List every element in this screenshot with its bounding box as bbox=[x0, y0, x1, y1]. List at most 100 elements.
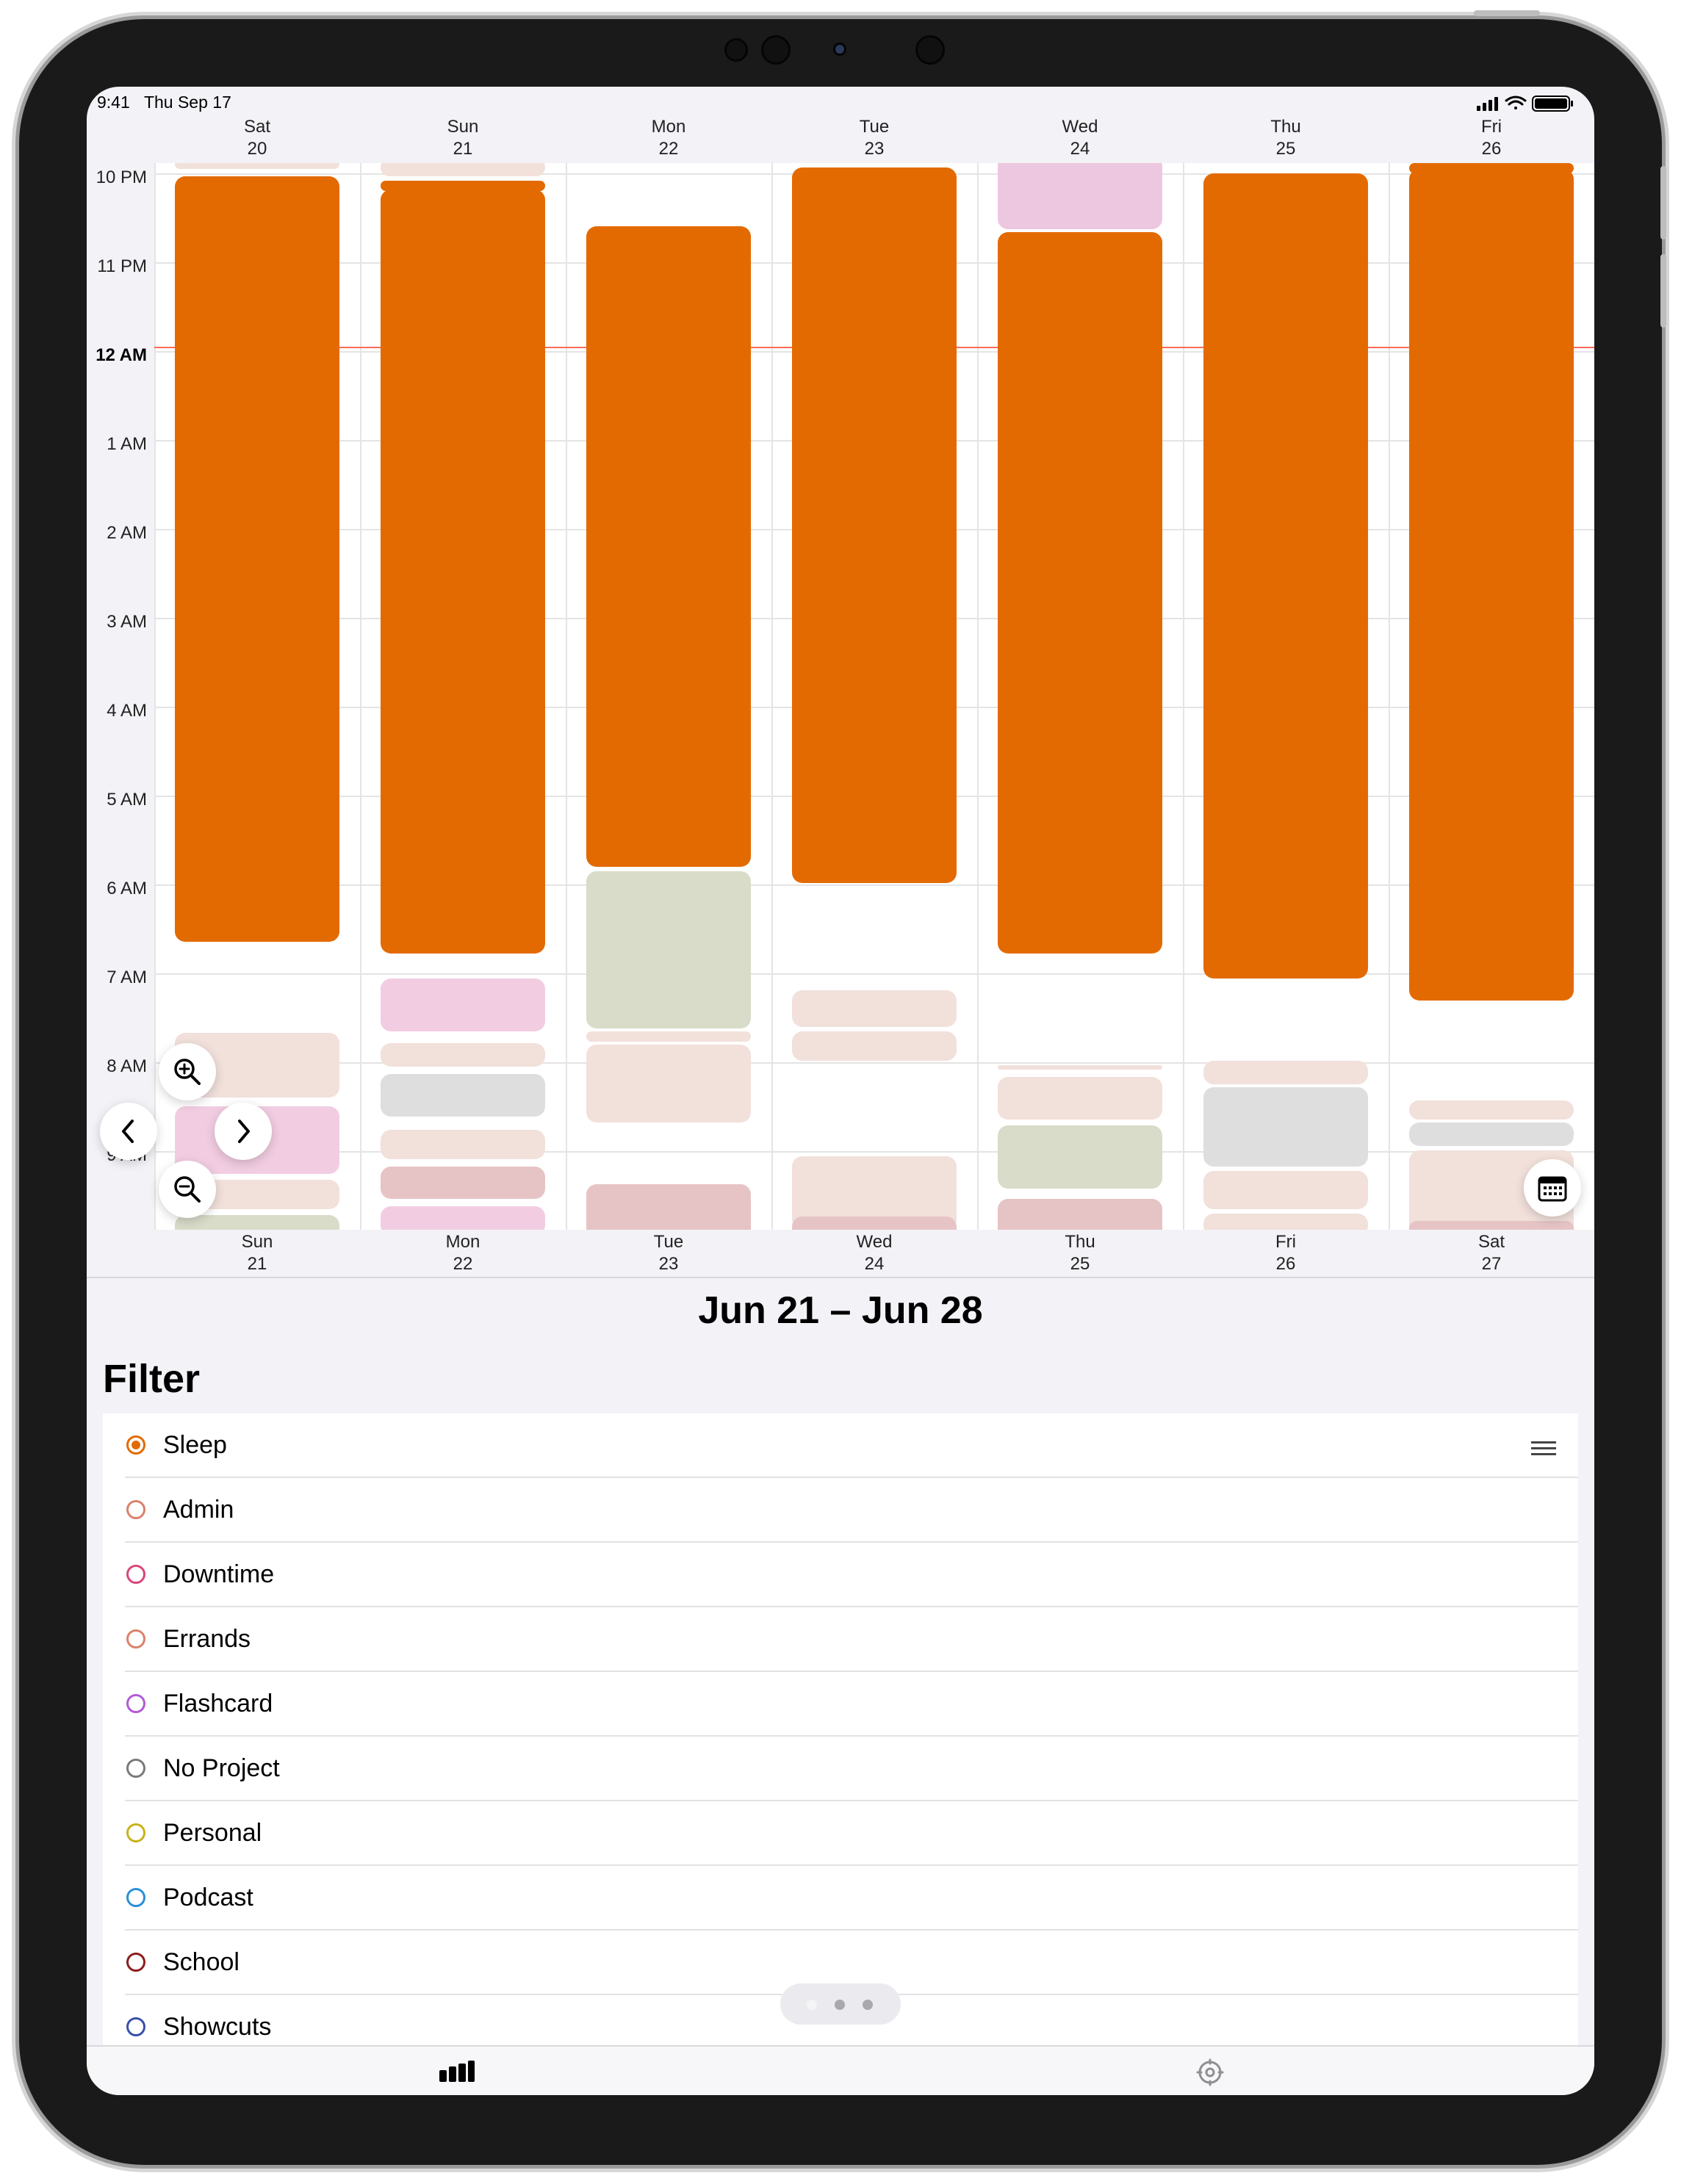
event-block[interactable] bbox=[1203, 1214, 1368, 1230]
filter-label: No Project bbox=[163, 1754, 280, 1782]
page-indicator[interactable] bbox=[780, 1983, 901, 2025]
sleep-event-block[interactable] bbox=[1203, 173, 1368, 979]
event-block[interactable] bbox=[1409, 1122, 1574, 1146]
day-name: Mon bbox=[445, 1232, 480, 1252]
filter-label: School bbox=[163, 1948, 240, 1976]
day-name: Mon bbox=[651, 117, 686, 137]
day-number: 23 bbox=[864, 139, 885, 159]
event-block[interactable] bbox=[381, 1206, 545, 1230]
filter-label: Flashcard bbox=[163, 1690, 273, 1718]
event-block[interactable] bbox=[998, 1199, 1162, 1230]
bottom-day-header: Fri 26 bbox=[1242, 1231, 1330, 1275]
event-block[interactable] bbox=[586, 1031, 751, 1042]
filter-row-no-project[interactable]: No Project bbox=[103, 1737, 1578, 1801]
event-block[interactable] bbox=[1203, 1171, 1368, 1209]
sleep-event-block[interactable] bbox=[998, 232, 1162, 954]
event-block[interactable] bbox=[792, 1031, 957, 1061]
event-block[interactable] bbox=[381, 1074, 545, 1117]
radio-icon[interactable] bbox=[126, 1953, 145, 1972]
radio-icon[interactable] bbox=[126, 1759, 145, 1778]
side-button bbox=[1660, 166, 1666, 239]
filter-label: Errands bbox=[163, 1625, 251, 1653]
event-block[interactable] bbox=[792, 990, 957, 1027]
filter-label: Personal bbox=[163, 1819, 262, 1847]
sleep-event-block[interactable] bbox=[1409, 169, 1574, 1001]
day-name: Thu bbox=[1270, 117, 1301, 137]
event-block[interactable] bbox=[586, 871, 751, 1028]
tab-settings[interactable] bbox=[1196, 2058, 1224, 2090]
day-gridline bbox=[771, 163, 773, 1230]
sensor bbox=[724, 38, 748, 62]
event-block[interactable] bbox=[381, 163, 545, 176]
zoom-out-icon bbox=[174, 1176, 201, 1203]
event-block[interactable] bbox=[175, 1215, 339, 1230]
event-block[interactable] bbox=[586, 1045, 751, 1122]
radio-icon[interactable] bbox=[126, 1888, 145, 1907]
filter-label: Showcuts bbox=[163, 2013, 272, 2041]
sleep-event-block[interactable] bbox=[175, 176, 339, 942]
radio-icon[interactable] bbox=[126, 1629, 145, 1648]
event-block[interactable] bbox=[998, 163, 1162, 229]
day-number: 26 bbox=[1481, 139, 1502, 159]
radio-icon[interactable] bbox=[126, 1500, 145, 1519]
sleep-event-block[interactable] bbox=[381, 190, 545, 954]
event-block[interactable] bbox=[1203, 1061, 1368, 1084]
event-block[interactable] bbox=[998, 1065, 1162, 1070]
event-block[interactable] bbox=[381, 979, 545, 1031]
radio-icon[interactable] bbox=[126, 2017, 145, 2036]
event-block[interactable] bbox=[586, 1184, 751, 1230]
tab-statistics[interactable] bbox=[439, 2060, 475, 2087]
calendar-button[interactable] bbox=[1524, 1159, 1581, 1217]
bottom-day-header: Sat 27 bbox=[1447, 1231, 1536, 1275]
event-block[interactable] bbox=[1409, 1221, 1574, 1230]
filter-row-personal[interactable]: Personal bbox=[103, 1801, 1578, 1866]
day-name: Tue bbox=[859, 117, 890, 137]
day-number: 25 bbox=[1275, 139, 1296, 159]
filter-row-podcast[interactable]: Podcast bbox=[103, 1866, 1578, 1931]
day-gridline bbox=[1389, 163, 1390, 1230]
day-number: 20 bbox=[247, 139, 267, 159]
day-gridline bbox=[360, 163, 361, 1230]
top-day-header: Thu 25 bbox=[1242, 116, 1330, 160]
filter-row-sleep[interactable]: Sleep bbox=[103, 1413, 1578, 1478]
filter-row-flashcard[interactable]: Flashcard bbox=[103, 1672, 1578, 1737]
day-name: Sat bbox=[243, 117, 271, 137]
zoom-in-button[interactable] bbox=[159, 1043, 216, 1100]
event-block[interactable] bbox=[381, 1043, 545, 1067]
day-gridline bbox=[977, 163, 979, 1230]
day-number: 26 bbox=[1275, 1254, 1296, 1274]
day-name: Thu bbox=[1065, 1232, 1095, 1252]
status-bar-time: 9:41 Thu Sep 17 bbox=[97, 93, 231, 112]
sleep-event-block[interactable] bbox=[792, 167, 957, 883]
event-block[interactable] bbox=[998, 1125, 1162, 1189]
radio-icon[interactable] bbox=[126, 1435, 145, 1455]
event-block[interactable] bbox=[998, 1077, 1162, 1120]
previous-week-button[interactable] bbox=[100, 1103, 157, 1160]
filter-list: Sleep Admin Downtime Errands Flashcard No Pro… bbox=[103, 1413, 1578, 2045]
event-block[interactable] bbox=[1203, 1087, 1368, 1167]
event-block[interactable] bbox=[175, 163, 339, 169]
filter-row-admin[interactable]: Admin bbox=[103, 1478, 1578, 1543]
day-number: 21 bbox=[453, 139, 473, 159]
reorder-handle-icon[interactable] bbox=[1531, 1441, 1556, 1459]
event-block[interactable] bbox=[381, 1130, 545, 1159]
event-block[interactable] bbox=[381, 1167, 545, 1199]
sleep-event-block[interactable] bbox=[586, 226, 751, 867]
radio-icon[interactable] bbox=[126, 1565, 145, 1584]
next-week-button[interactable] bbox=[215, 1103, 272, 1160]
time-label: 2 AM bbox=[107, 523, 147, 543]
top-day-header: Mon 22 bbox=[624, 116, 713, 160]
page-dot bbox=[835, 2000, 845, 2010]
time-label: 7 AM bbox=[107, 967, 147, 987]
day-name: Fri bbox=[1275, 1232, 1296, 1252]
radio-icon[interactable] bbox=[126, 1823, 145, 1842]
filter-row-downtime[interactable]: Downtime bbox=[103, 1543, 1578, 1607]
filter-row-errands[interactable]: Errands bbox=[103, 1607, 1578, 1672]
event-block[interactable] bbox=[1409, 1100, 1574, 1120]
radio-icon[interactable] bbox=[126, 1694, 145, 1713]
event-block[interactable] bbox=[792, 1217, 957, 1230]
day-name: Sat bbox=[1477, 1232, 1505, 1252]
zoom-out-button[interactable] bbox=[159, 1161, 216, 1218]
week-timeline-grid[interactable] bbox=[154, 163, 1594, 1230]
side-button bbox=[1660, 254, 1666, 328]
